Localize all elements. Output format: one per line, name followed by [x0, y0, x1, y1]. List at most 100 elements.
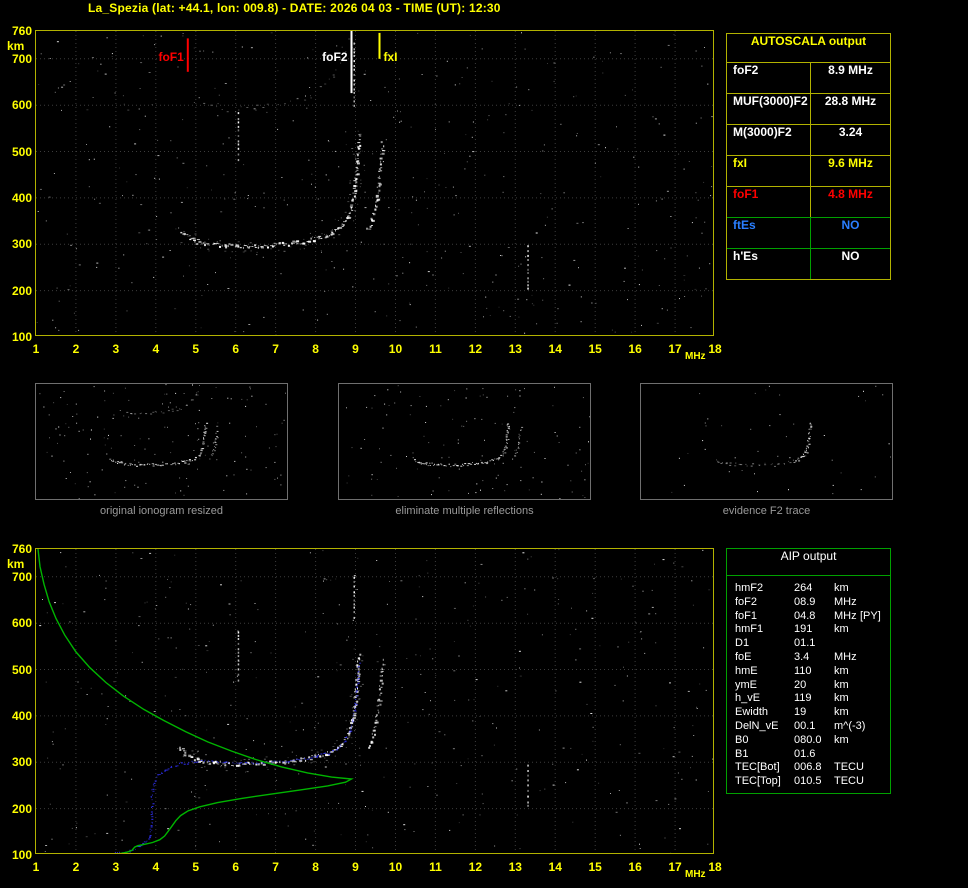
x-tick-label: 11 — [424, 342, 446, 356]
param-unit: km — [834, 734, 860, 748]
x-tick-label: 9 — [345, 342, 367, 356]
x-tick-label: 10 — [384, 342, 406, 356]
x-tick-label: 14 — [544, 860, 566, 874]
x-tick-label: 18 — [704, 342, 726, 356]
param-note: [PY] — [860, 610, 890, 624]
param-name: foF2 — [727, 596, 794, 610]
y-tick-label: 200 — [1, 284, 32, 298]
x-tick-label: 2 — [65, 860, 87, 874]
x-tick-label: 1 — [25, 860, 47, 874]
x-tick-label: 3 — [105, 342, 127, 356]
thumb-evidence-f2 — [640, 383, 893, 500]
aip-row-11: B0080.0km — [727, 734, 890, 748]
param-note — [860, 651, 890, 665]
y-tick-label: 700 — [1, 570, 32, 584]
x-tick-label: 2 — [65, 342, 87, 356]
aip-row-6: hmE110km — [727, 665, 890, 679]
param-value: 119 — [794, 692, 834, 706]
aip-row-3: hmF1191km — [727, 623, 890, 637]
autoscala-output-table: AUTOSCALA output foF28.9 MHzMUF(3000)F22… — [726, 33, 891, 280]
x-tick-label: 4 — [145, 342, 167, 356]
param-note — [860, 637, 890, 651]
param-note — [860, 706, 890, 720]
y-tick-label: 300 — [1, 237, 32, 251]
autoscala-row-5: ftEsNO — [727, 217, 890, 248]
param-value: 19 — [794, 706, 834, 720]
param-name: foF1 — [727, 187, 811, 217]
aip-row-9: Ewidth19km — [727, 706, 890, 720]
param-value: 006.8 — [794, 761, 834, 775]
aip-row-7: ymE20km — [727, 679, 890, 693]
param-unit: km — [834, 665, 860, 679]
param-unit — [834, 637, 860, 651]
x-tick-label: 7 — [265, 342, 287, 356]
thumb-eliminate-reflections-plot — [339, 384, 590, 499]
x-tick-label: 6 — [225, 342, 247, 356]
param-value: NO — [811, 218, 890, 248]
autoscala-row-1: MUF(3000)F228.8 MHz — [727, 93, 890, 124]
x-tick-label: 9 — [345, 860, 367, 874]
x-tick-label: 4 — [145, 860, 167, 874]
param-note — [860, 582, 890, 596]
y-tick-label: 500 — [1, 145, 32, 159]
param-name: M(3000)F2 — [727, 125, 811, 155]
param-name: MUF(3000)F2 — [727, 94, 811, 124]
thumb-caption-eliminate: eliminate multiple reflections — [338, 505, 591, 517]
param-note — [860, 665, 890, 679]
autoscala-screen: La_Spezia (lat: +44.1, lon: 009.8) - DAT… — [0, 0, 968, 883]
param-unit: MHz — [834, 596, 860, 610]
x-tick-label: 10 — [384, 860, 406, 874]
param-note — [864, 761, 890, 775]
x-axis-unit: MHz — [685, 351, 706, 362]
param-name: ftEs — [727, 218, 811, 248]
aip-row-1: foF208.9MHz — [727, 596, 890, 610]
thumb-caption-evidence: evidence F2 trace — [640, 505, 893, 517]
param-note — [860, 679, 890, 693]
param-name: fxI — [727, 156, 811, 186]
param-name: h'Es — [727, 249, 811, 279]
param-value: 3.4 — [794, 651, 834, 665]
x-tick-label: 11 — [424, 860, 446, 874]
x-tick-label: 12 — [464, 860, 486, 874]
param-unit: km — [834, 706, 860, 720]
param-note — [860, 596, 890, 610]
x-tick-label: 18 — [704, 860, 726, 874]
svg-text:foF1: foF1 — [158, 50, 184, 64]
x-tick-label: 16 — [624, 342, 646, 356]
x-tick-label: 5 — [185, 860, 207, 874]
x-tick-label: 15 — [584, 342, 606, 356]
x-tick-label: 17 — [664, 860, 686, 874]
page-title: La_Spezia (lat: +44.1, lon: 009.8) - DAT… — [88, 1, 501, 15]
x-tick-label: 7 — [265, 860, 287, 874]
x-tick-label: 13 — [504, 860, 526, 874]
param-note — [865, 720, 890, 734]
param-unit: MHz — [834, 610, 860, 624]
param-value: 9.6 MHz — [811, 156, 890, 186]
x-tick-label: 8 — [305, 860, 327, 874]
x-tick-label: 8 — [305, 342, 327, 356]
param-unit: TECU — [834, 761, 864, 775]
param-value: 110 — [794, 665, 834, 679]
param-note — [860, 748, 890, 762]
param-value: NO — [811, 249, 890, 279]
param-value: 4.8 MHz — [811, 187, 890, 217]
aip-row-12: B101.6 — [727, 748, 890, 762]
param-name: hmE — [727, 665, 794, 679]
autoscala-row-0: foF28.9 MHz — [727, 62, 890, 93]
aip-table-rows: hmF2264kmfoF208.9MHzfoF104.8MHz[PY]hmF11… — [727, 576, 890, 793]
aip-row-8: h_vE119km — [727, 692, 890, 706]
aip-row-0: hmF2264km — [727, 582, 890, 596]
param-unit: km — [834, 692, 860, 706]
y-tick-label: 400 — [1, 709, 32, 723]
x-tick-label: 14 — [544, 342, 566, 356]
svg-text:foF2: foF2 — [322, 50, 348, 64]
autoscala-row-4: foF14.8 MHz — [727, 186, 890, 217]
param-name: foE — [727, 651, 794, 665]
aip-row-14: TEC[Top]010.5TECU — [727, 775, 890, 789]
y-tick-label: 600 — [1, 98, 32, 112]
autoscala-row-6: h'EsNO — [727, 248, 890, 279]
param-value: 08.9 — [794, 596, 834, 610]
aip-output-table: AIP output hmF2264kmfoF208.9MHzfoF104.8M… — [726, 548, 891, 794]
param-name: Ewidth — [727, 706, 794, 720]
param-value: 04.8 — [794, 610, 834, 624]
